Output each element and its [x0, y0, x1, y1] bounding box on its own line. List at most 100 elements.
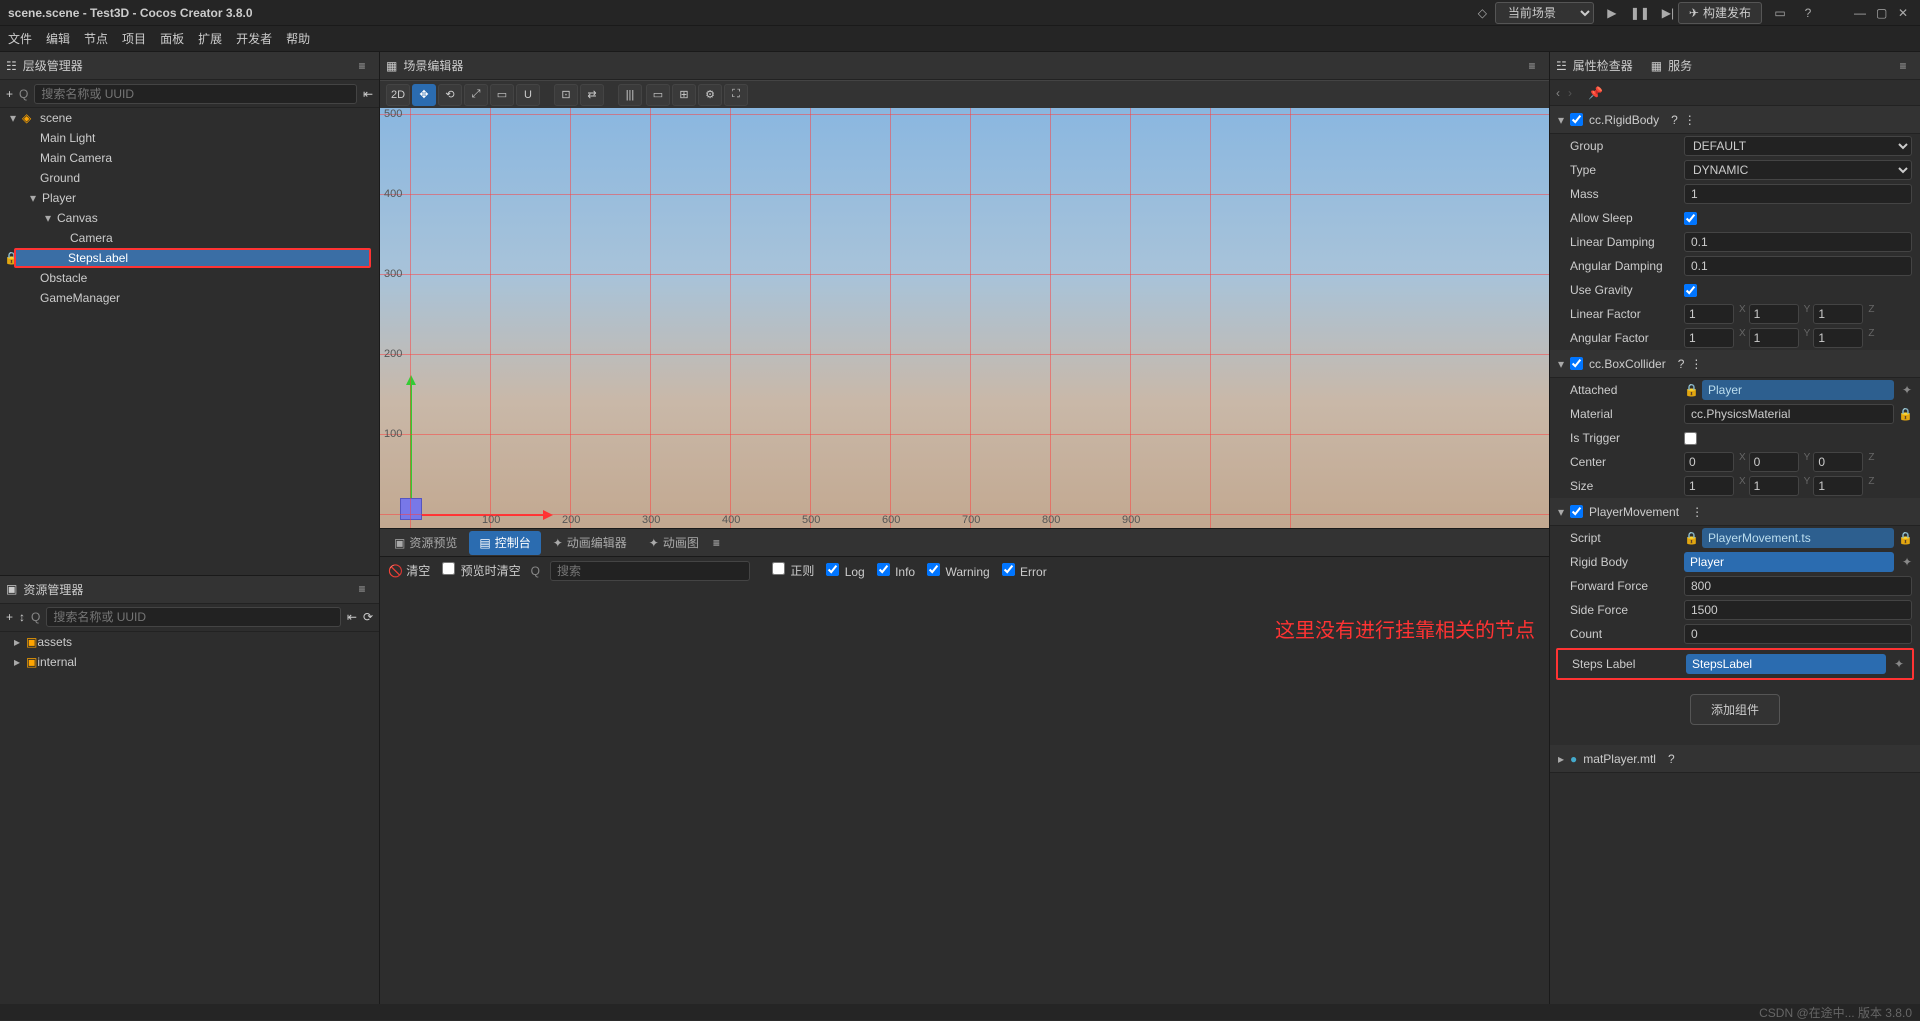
play-button[interactable]: ▶ — [1602, 3, 1622, 23]
magnet-tool[interactable]: U — [516, 84, 540, 106]
group-select[interactable]: DEFAULT — [1684, 136, 1912, 156]
water-drop-icon[interactable]: ◇ — [1478, 6, 1487, 20]
menu-file[interactable]: 文件 — [8, 30, 32, 47]
assets-search-input[interactable] — [46, 607, 341, 627]
tree-player[interactable]: ▾Player — [0, 188, 379, 208]
gear-icon[interactable]: ⚙ — [698, 84, 722, 106]
log-checkbox[interactable]: Log — [824, 563, 864, 579]
rotate-tool[interactable]: ⟲ — [438, 84, 462, 106]
menu-icon[interactable]: ≡ — [1521, 56, 1543, 76]
side-input[interactable] — [1684, 600, 1912, 620]
menu-icon[interactable]: ≡ — [351, 579, 373, 599]
clear-on-preview-checkbox[interactable]: 预览时清空 — [440, 562, 520, 579]
menu-icon[interactable]: ≡ — [351, 56, 373, 76]
menu-icon[interactable]: ≡ — [1892, 56, 1914, 76]
afx[interactable] — [1684, 328, 1734, 348]
help-icon[interactable]: ? — [1678, 357, 1685, 371]
tree-scene[interactable]: ▾◈scene — [0, 108, 379, 128]
services-title[interactable]: 服务 — [1668, 57, 1692, 74]
menu-icon[interactable]: ≡ — [713, 536, 720, 550]
allow-sleep-checkbox[interactable] — [1684, 212, 1697, 225]
rigidbody-ref[interactable]: Player — [1684, 552, 1894, 572]
align-tool[interactable]: ⊞ — [672, 84, 696, 106]
cx[interactable] — [1684, 452, 1734, 472]
step-button[interactable]: ▶| — [1658, 3, 1678, 23]
cz[interactable] — [1813, 452, 1863, 472]
maximize-icon[interactable]: ▢ — [1876, 6, 1890, 20]
add-asset-button[interactable]: + — [6, 610, 13, 624]
count-input[interactable] — [1684, 624, 1912, 644]
playermovement-header[interactable]: ▾ PlayerMovement ⋮ — [1550, 498, 1920, 526]
regex-checkbox[interactable]: 正则 — [770, 562, 814, 579]
cy[interactable] — [1749, 452, 1799, 472]
playermovement-enabled[interactable] — [1570, 505, 1583, 518]
local-tool[interactable]: ⇄ — [580, 84, 604, 106]
camera-tool[interactable]: ▭ — [646, 84, 670, 106]
add-node-button[interactable]: + — [6, 87, 13, 101]
help-icon[interactable]: ? — [1671, 113, 1678, 127]
pause-button[interactable]: ❚❚ — [1630, 3, 1650, 23]
tree-main-light[interactable]: Main Light — [0, 128, 379, 148]
lin-damp-input[interactable] — [1684, 232, 1912, 252]
steps-label-ref[interactable]: StepsLabel — [1686, 654, 1886, 674]
internal-folder[interactable]: ▸▣ internal — [0, 652, 379, 672]
attached-ref[interactable]: Player — [1702, 380, 1894, 400]
menu-extension[interactable]: 扩展 — [198, 30, 222, 47]
build-publish-button[interactable]: ✈ 构建发布 — [1678, 2, 1762, 24]
settings-tool[interactable]: ||| — [618, 84, 642, 106]
clear-button[interactable]: 🚫 清空 — [388, 562, 430, 579]
boxcollider-header[interactable]: ▾ cc.BoxCollider ? ⋮ — [1550, 350, 1920, 378]
minimize-icon[interactable]: — — [1854, 6, 1868, 20]
scale-tool[interactable]: ⤢ — [464, 84, 488, 106]
tab-asset-preview[interactable]: ▣ 资源预览 — [384, 531, 467, 555]
console-search-input[interactable] — [550, 561, 750, 581]
more-icon[interactable]: ⋮ — [1691, 505, 1703, 519]
material-ref[interactable]: cc.PhysicsMaterial — [1684, 404, 1894, 424]
fwd-input[interactable] — [1684, 576, 1912, 596]
more-icon[interactable]: ⋮ — [1690, 357, 1702, 371]
mass-input[interactable] — [1684, 184, 1912, 204]
collapse-icon[interactable]: ⇤ — [347, 610, 357, 624]
2d-toggle[interactable]: 2D — [386, 84, 410, 106]
scene-selector[interactable]: 当前场景 — [1495, 2, 1594, 24]
gravity-checkbox[interactable] — [1684, 284, 1697, 297]
picker-icon[interactable]: ✦ — [1902, 383, 1912, 397]
rigidbody-enabled[interactable] — [1570, 113, 1583, 126]
lfx[interactable] — [1684, 304, 1734, 324]
tree-ground[interactable]: Ground — [0, 168, 379, 188]
matplayer-header[interactable]: ▸● matPlayer.mtl ? — [1550, 745, 1920, 773]
sy[interactable] — [1749, 476, 1799, 496]
tab-anim-editor[interactable]: ✦ 动画编辑器 — [543, 531, 637, 555]
tree-obstacle[interactable]: Obstacle — [0, 268, 379, 288]
menu-developer[interactable]: 开发者 — [236, 30, 272, 47]
sz[interactable] — [1813, 476, 1863, 496]
boxcollider-enabled[interactable] — [1570, 357, 1583, 370]
pin-icon[interactable]: 📌 — [1588, 86, 1603, 100]
anchor-tool[interactable]: ⊡ — [554, 84, 578, 106]
tree-game-manager[interactable]: GameManager — [0, 288, 379, 308]
move-tool[interactable]: ✥ — [412, 84, 436, 106]
tree-steps-label[interactable]: StepsLabel — [14, 248, 371, 268]
sort-icon[interactable]: ↕ — [19, 610, 25, 624]
lfz[interactable] — [1813, 304, 1863, 324]
warning-checkbox[interactable]: Warning — [925, 563, 990, 579]
assets-folder[interactable]: ▸▣ assets — [0, 632, 379, 652]
afz[interactable] — [1813, 328, 1863, 348]
help-icon[interactable]: ? — [1668, 752, 1675, 766]
picker-icon[interactable]: ✦ — [1894, 657, 1904, 671]
hierarchy-search-input[interactable] — [34, 84, 357, 104]
refresh-icon[interactable]: ⟳ — [363, 610, 373, 624]
rect-tool[interactable]: ▭ — [490, 84, 514, 106]
close-icon[interactable]: ✕ — [1898, 6, 1912, 20]
tree-camera[interactable]: Camera — [0, 228, 379, 248]
tab-console[interactable]: ▤ 控制台 — [469, 531, 540, 555]
menu-node[interactable]: 节点 — [84, 30, 108, 47]
menu-edit[interactable]: 编辑 — [46, 30, 70, 47]
help-icon[interactable]: ? — [1798, 3, 1818, 23]
tab-anim-graph[interactable]: ✦ 动画图 — [639, 531, 709, 555]
add-component-button[interactable]: 添加组件 — [1690, 694, 1780, 725]
forward-icon[interactable]: › — [1568, 86, 1572, 100]
folder-icon[interactable]: ▭ — [1770, 3, 1790, 23]
type-select[interactable]: DYNAMIC — [1684, 160, 1912, 180]
sx[interactable] — [1684, 476, 1734, 496]
